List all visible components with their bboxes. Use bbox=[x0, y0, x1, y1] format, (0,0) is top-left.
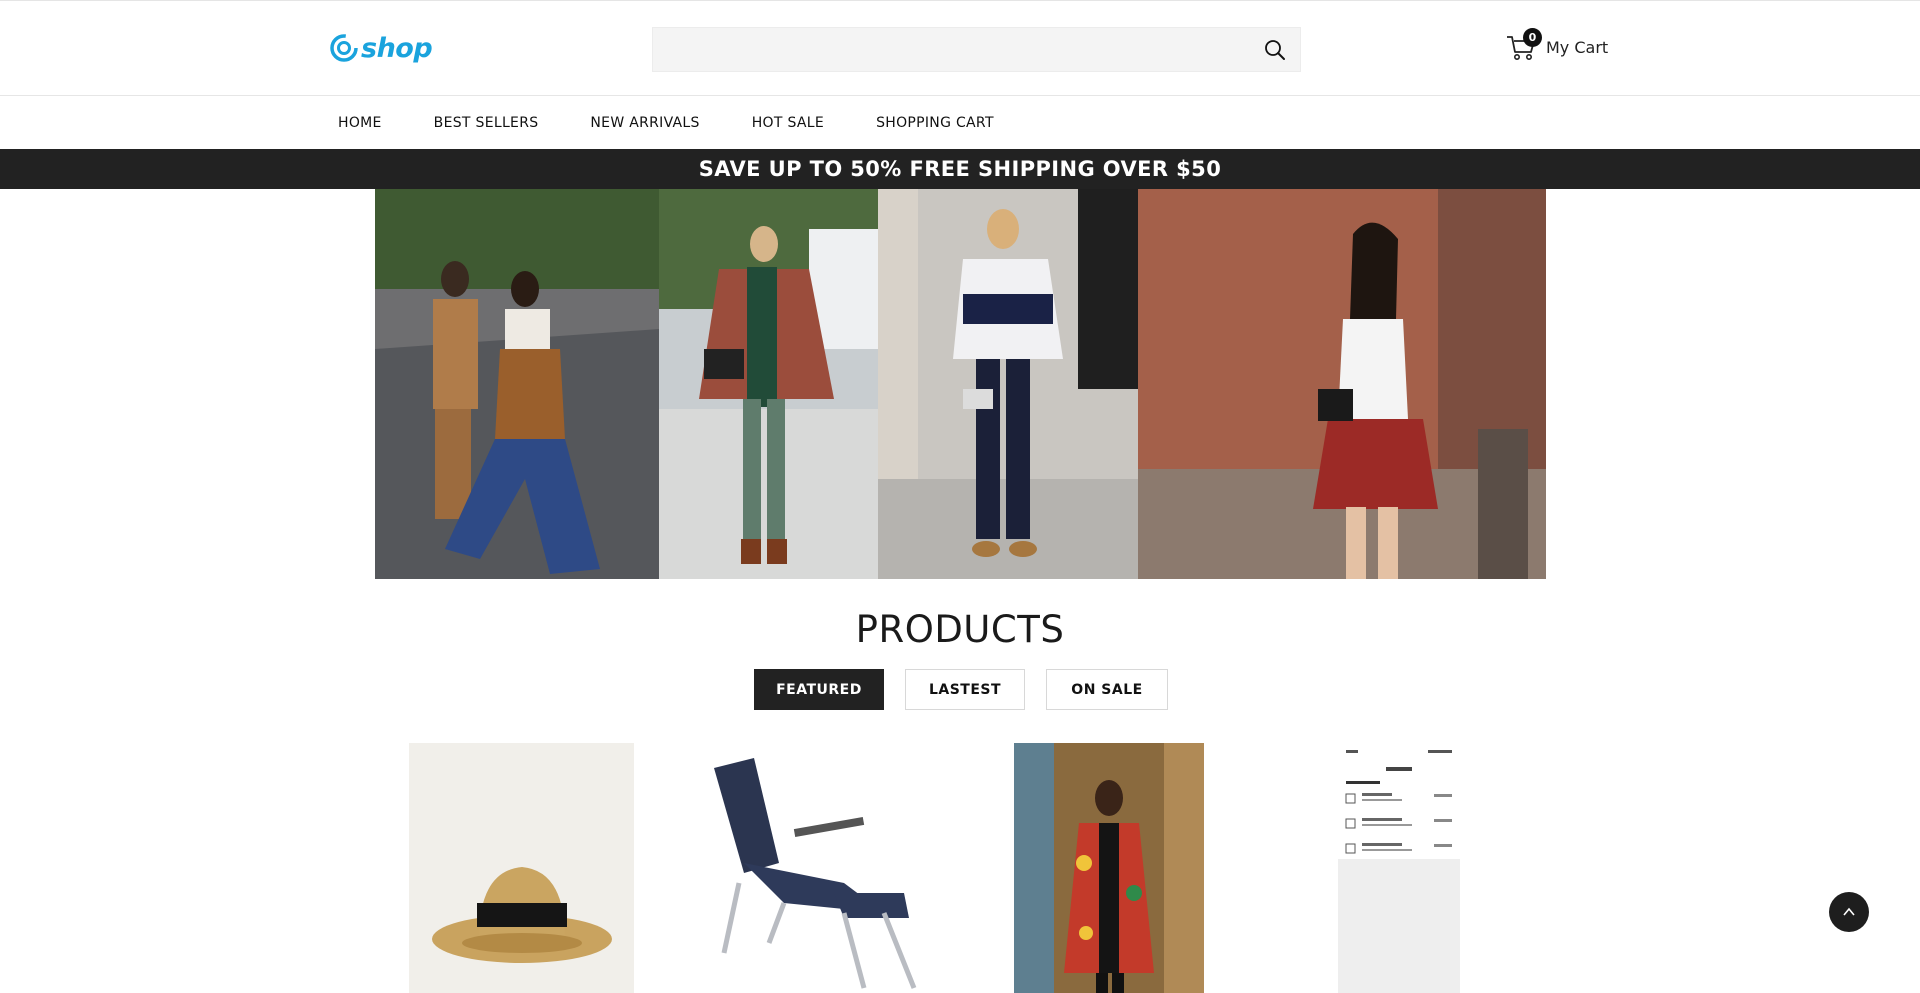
cart-count-badge: 0 bbox=[1523, 28, 1542, 47]
logo-swirl-icon bbox=[330, 34, 358, 62]
nav-new-arrivals[interactable]: NEW ARRIVALS bbox=[590, 115, 699, 131]
site-logo[interactable]: shop bbox=[329, 32, 433, 64]
product-image-straw-hat[interactable] bbox=[409, 743, 634, 993]
nav-best-sellers[interactable]: BEST SELLERS bbox=[434, 115, 539, 131]
hero-image-striped-tee bbox=[878, 189, 1138, 579]
cart-label: My Cart bbox=[1546, 37, 1609, 57]
tab-on-sale[interactable]: ON SALE bbox=[1046, 669, 1168, 710]
promo-text: SAVE UP TO 50% FREE SHIPPING OVER $50 bbox=[698, 157, 1222, 181]
hero-image-plaid-poncho bbox=[659, 189, 878, 579]
nav-shopping-cart[interactable]: SHOPPING CART bbox=[876, 115, 994, 131]
site-header: shop 0 My Cart bbox=[0, 1, 1920, 96]
main-nav: HOME BEST SELLERS NEW ARRIVALS HOT SALE … bbox=[0, 96, 1920, 149]
tab-lastest[interactable]: LASTEST bbox=[905, 669, 1025, 710]
logo-text: shop bbox=[361, 32, 433, 64]
product-image-reclining-chair[interactable] bbox=[684, 743, 946, 993]
hero-image-plaid-skirt bbox=[1138, 189, 1546, 579]
promo-banner: SAVE UP TO 50% FREE SHIPPING OVER $50 bbox=[0, 149, 1920, 189]
chevron-up-icon bbox=[1843, 907, 1855, 916]
product-image-devices-screenshot[interactable] bbox=[1338, 743, 1460, 993]
search-input[interactable] bbox=[653, 28, 1213, 71]
nav-hot-sale[interactable]: HOT SALE bbox=[752, 115, 824, 131]
hero-image-street-style bbox=[375, 189, 659, 579]
search-icon[interactable] bbox=[1264, 39, 1286, 61]
product-tabs: FEATURED LASTEST ON SALE bbox=[754, 669, 1168, 710]
products-heading: PRODUCTS bbox=[855, 608, 1065, 651]
search-bar bbox=[652, 27, 1301, 72]
hero-collage[interactable] bbox=[375, 189, 1546, 579]
shopping-cart-icon: 0 bbox=[1505, 28, 1542, 63]
cart-button[interactable]: 0 My Cart bbox=[1505, 28, 1609, 63]
product-image-print-coat[interactable] bbox=[1014, 743, 1204, 993]
tab-featured[interactable]: FEATURED bbox=[754, 669, 884, 710]
back-to-top-button[interactable] bbox=[1829, 892, 1869, 932]
nav-home[interactable]: HOME bbox=[338, 115, 382, 131]
